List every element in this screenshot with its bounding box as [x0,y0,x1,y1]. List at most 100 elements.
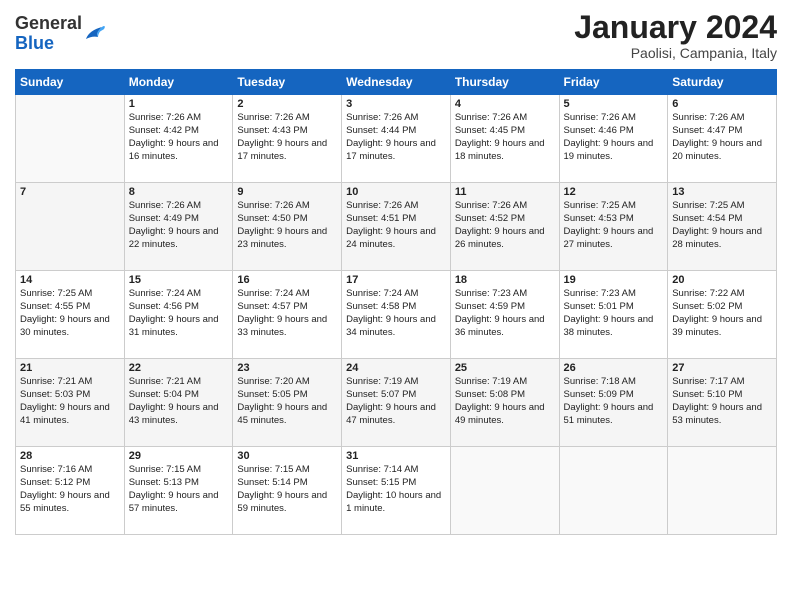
calendar-day-cell: 23Sunrise: 7:20 AM Sunset: 5:05 PM Dayli… [233,359,342,447]
day-info: Sunrise: 7:25 AM Sunset: 4:53 PM Dayligh… [564,200,664,251]
calendar-week-row: 14 Sunrise: 7:25 AM Sunset: 4:55 PM Dayli… [16,271,777,359]
day-number: 27 [672,362,772,374]
day-number: 26 [564,362,664,374]
day-number: 29 [129,450,229,462]
calendar-week-row: 21 Sunrise: 7:21 AM Sunset: 5:03 PM Dayli… [16,359,777,447]
day-number: 24 [346,362,446,374]
day-info: Sunrise: 7:15 AM Sunset: 5:13 PM Dayligh… [129,464,229,515]
day-number: 31 [346,450,446,462]
calendar-day-cell: 6 Sunrise: 7:26 AM Sunset: 4:47 PM Daylig… [668,95,777,183]
calendar-day-cell: 1Sunrise: 7:26 AM Sunset: 4:42 PM Daylig… [124,95,233,183]
calendar-day-cell: 27 Sunrise: 7:17 AM Sunset: 5:10 PM Dayli… [668,359,777,447]
day-info: Sunrise: 7:14 AM Sunset: 5:15 PM Dayligh… [346,464,446,515]
calendar-day-cell: 16 Sunrise: 7:24 AM Sunset: 4:57 PM Dayli… [233,271,342,359]
calendar-day-cell [16,95,125,183]
logo-text: General Blue [15,14,82,54]
day-info: Sunrise: 7:26 AM Sunset: 4:50 PM Dayligh… [237,200,337,251]
page: General Blue January 2024 Paolisi, Campa… [0,0,792,612]
month-title: January 2024 [574,10,777,45]
day-number: 9 [237,186,337,198]
calendar-header-saturday: Saturday [668,70,777,95]
calendar-day-cell: 10Sunrise: 7:26 AM Sunset: 4:51 PM Dayli… [342,183,451,271]
calendar-day-cell: 2 Sunrise: 7:26 AM Sunset: 4:43 PM Daylig… [233,95,342,183]
logo: General Blue [15,14,106,54]
logo-general: General [15,14,82,34]
day-info: Sunrise: 7:23 AM Sunset: 5:01 PM Dayligh… [564,288,664,339]
day-info: Sunrise: 7:26 AM Sunset: 4:43 PM Dayligh… [237,112,337,163]
day-info: Sunrise: 7:26 AM Sunset: 4:47 PM Dayligh… [672,112,772,163]
day-number: 23 [237,362,337,374]
calendar-week-row: 78 Sunrise: 7:26 AM Sunset: 4:49 PM Dayli… [16,183,777,271]
calendar-day-cell: 26 Sunrise: 7:18 AM Sunset: 5:09 PM Dayli… [559,359,668,447]
calendar-week-row: 28 Sunrise: 7:16 AM Sunset: 5:12 PM Dayli… [16,447,777,535]
calendar-day-cell [450,447,559,535]
day-info: Sunrise: 7:18 AM Sunset: 5:09 PM Dayligh… [564,376,664,427]
day-number: 14 [20,274,120,286]
calendar-day-cell: 12Sunrise: 7:25 AM Sunset: 4:53 PM Dayli… [559,183,668,271]
day-info: Sunrise: 7:16 AM Sunset: 5:12 PM Dayligh… [20,464,120,515]
day-number: 15 [129,274,229,286]
calendar-day-cell: 7 [16,183,125,271]
calendar-table: SundayMondayTuesdayWednesdayThursdayFrid… [15,69,777,535]
calendar-day-cell: 24 Sunrise: 7:19 AM Sunset: 5:07 PM Dayli… [342,359,451,447]
calendar-day-cell: 11 Sunrise: 7:26 AM Sunset: 4:52 PM Dayli… [450,183,559,271]
day-info: Sunrise: 7:19 AM Sunset: 5:07 PM Dayligh… [346,376,446,427]
calendar-header-thursday: Thursday [450,70,559,95]
day-number: 16 [237,274,337,286]
day-number: 1 [129,98,229,110]
calendar-week-row: 1Sunrise: 7:26 AM Sunset: 4:42 PM Daylig… [16,95,777,183]
day-info: Sunrise: 7:24 AM Sunset: 4:56 PM Dayligh… [129,288,229,339]
day-number: 13 [672,186,772,198]
calendar-day-cell: 18Sunrise: 7:23 AM Sunset: 4:59 PM Dayli… [450,271,559,359]
calendar-day-cell: 20Sunrise: 7:22 AM Sunset: 5:02 PM Dayli… [668,271,777,359]
day-number: 2 [237,98,337,110]
day-number: 21 [20,362,120,374]
day-info: Sunrise: 7:24 AM Sunset: 4:58 PM Dayligh… [346,288,446,339]
calendar-day-cell: 4Sunrise: 7:26 AM Sunset: 4:45 PM Daylig… [450,95,559,183]
location: Paolisi, Campania, Italy [574,45,777,61]
calendar-header-friday: Friday [559,70,668,95]
calendar-day-cell: 8 Sunrise: 7:26 AM Sunset: 4:49 PM Daylig… [124,183,233,271]
calendar-header-monday: Monday [124,70,233,95]
day-info: Sunrise: 7:26 AM Sunset: 4:52 PM Dayligh… [455,200,555,251]
day-info: Sunrise: 7:26 AM Sunset: 4:49 PM Dayligh… [129,200,229,251]
day-info: Sunrise: 7:17 AM Sunset: 5:10 PM Dayligh… [672,376,772,427]
bird-icon [84,23,106,45]
day-info: Sunrise: 7:21 AM Sunset: 5:04 PM Dayligh… [129,376,229,427]
calendar-day-cell: 29 Sunrise: 7:15 AM Sunset: 5:13 PM Dayli… [124,447,233,535]
calendar-day-cell: 17 Sunrise: 7:24 AM Sunset: 4:58 PM Dayli… [342,271,451,359]
day-number: 6 [672,98,772,110]
day-info: Sunrise: 7:26 AM Sunset: 4:51 PM Dayligh… [346,200,446,251]
day-info: Sunrise: 7:21 AM Sunset: 5:03 PM Dayligh… [20,376,120,427]
calendar-day-cell: 31 Sunrise: 7:14 AM Sunset: 5:15 PM Dayli… [342,447,451,535]
calendar-header-sunday: Sunday [16,70,125,95]
day-number: 3 [346,98,446,110]
logo-blue: Blue [15,34,82,54]
title-block: January 2024 Paolisi, Campania, Italy [574,10,777,61]
day-info: Sunrise: 7:26 AM Sunset: 4:46 PM Dayligh… [564,112,664,163]
day-info: Sunrise: 7:22 AM Sunset: 5:02 PM Dayligh… [672,288,772,339]
day-number: 7 [20,186,120,198]
calendar-day-cell: 5Sunrise: 7:26 AM Sunset: 4:46 PM Daylig… [559,95,668,183]
day-number: 22 [129,362,229,374]
calendar-day-cell: 19Sunrise: 7:23 AM Sunset: 5:01 PM Dayli… [559,271,668,359]
day-info: Sunrise: 7:24 AM Sunset: 4:57 PM Dayligh… [237,288,337,339]
calendar-header-wednesday: Wednesday [342,70,451,95]
header: General Blue January 2024 Paolisi, Campa… [15,10,777,61]
calendar-day-cell: 22 Sunrise: 7:21 AM Sunset: 5:04 PM Dayli… [124,359,233,447]
day-info: Sunrise: 7:26 AM Sunset: 4:45 PM Dayligh… [455,112,555,163]
day-number: 28 [20,450,120,462]
calendar-day-cell [668,447,777,535]
calendar-day-cell [559,447,668,535]
day-number: 11 [455,186,555,198]
calendar-day-cell: 21 Sunrise: 7:21 AM Sunset: 5:03 PM Dayli… [16,359,125,447]
day-number: 25 [455,362,555,374]
day-info: Sunrise: 7:15 AM Sunset: 5:14 PM Dayligh… [237,464,337,515]
day-info: Sunrise: 7:25 AM Sunset: 4:55 PM Dayligh… [20,288,120,339]
day-number: 18 [455,274,555,286]
day-number: 8 [129,186,229,198]
calendar-header-tuesday: Tuesday [233,70,342,95]
day-number: 17 [346,274,446,286]
day-info: Sunrise: 7:26 AM Sunset: 4:44 PM Dayligh… [346,112,446,163]
day-info: Sunrise: 7:19 AM Sunset: 5:08 PM Dayligh… [455,376,555,427]
